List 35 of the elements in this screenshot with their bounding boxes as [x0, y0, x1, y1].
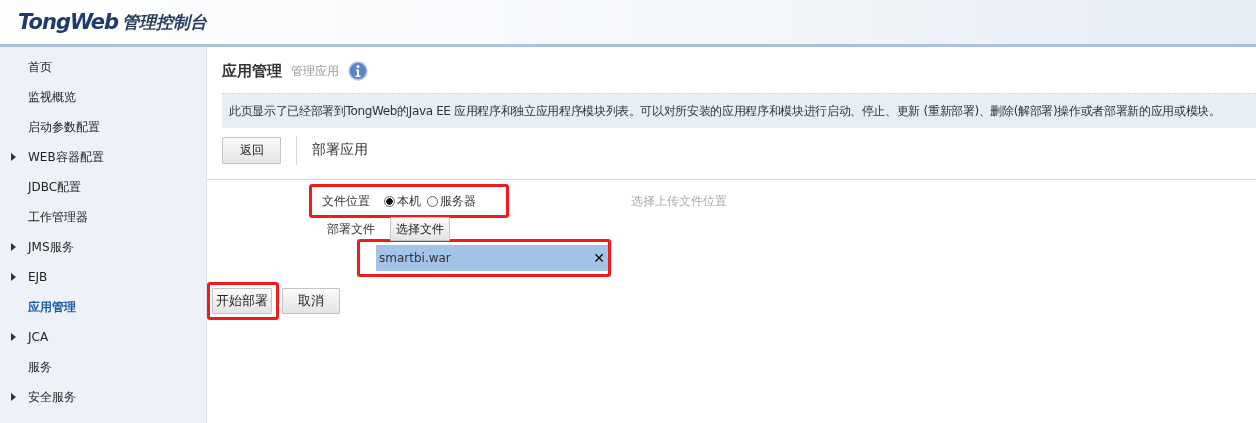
description-text: 此页显示了已经部署到TongWeb的Java EE 应用程序和独立应用程序模块列表。可以对所安装的应用程序和模块进行启动、停止、更新 (重新部署)、删除(解部署)操作或者部署新的应用或模块。 [222, 93, 1256, 128]
file-name: smartbi.war [379, 251, 451, 265]
page-title: 应用管理 [222, 61, 282, 81]
sidebar-item[interactable]: 工作管理器 [28, 208, 88, 226]
hint-text: 选择上传文件位置 [631, 192, 727, 210]
expand-arrow-icon[interactable] [11, 243, 16, 251]
field-label: 部署文件 [327, 220, 375, 238]
remove-button[interactable]: ✕ [593, 250, 605, 266]
action-button[interactable]: 开始部署 [212, 288, 272, 314]
expand-arrow-icon[interactable] [11, 393, 16, 401]
sidebar-item[interactable]: 应用管理 [28, 298, 76, 316]
app-title: 管理控制台 [122, 10, 208, 34]
sidebar-item[interactable]: JDBC配置 [28, 178, 82, 196]
radio-option[interactable]: 服务器 [427, 192, 476, 210]
expand-arrow-icon[interactable] [11, 273, 16, 281]
radio-option[interactable]: 本机 [384, 192, 421, 210]
sidebar-item[interactable]: 服务 [28, 358, 52, 376]
sidebar-item[interactable]: 首页 [28, 58, 52, 76]
sidebar-item[interactable]: WEB容器配置 [28, 148, 104, 166]
field-label: 文件位置 [322, 192, 370, 210]
sidebar-item[interactable]: EJB [28, 270, 48, 284]
sidebar-item[interactable]: JMS服务 [28, 238, 74, 256]
section-title: 部署应用 [312, 141, 368, 159]
info-icon[interactable] [348, 61, 368, 81]
sidebar-item[interactable]: JCA [28, 330, 49, 344]
sidebar-item[interactable]: 安全服务 [28, 388, 76, 406]
expand-arrow-icon[interactable] [11, 333, 16, 341]
choose-file-button[interactable]: 选择文件 [390, 217, 450, 241]
sidebar-item[interactable]: 监视概览 [28, 88, 76, 106]
page-subtitle: 管理应用 [291, 62, 339, 80]
logo: TongWeb [18, 10, 119, 34]
back-button[interactable]: 返回 [222, 136, 281, 164]
action-button[interactable]: 取消 [282, 288, 340, 314]
expand-arrow-icon[interactable] [11, 153, 16, 161]
sidebar-item[interactable]: 启动参数配置 [28, 118, 100, 136]
